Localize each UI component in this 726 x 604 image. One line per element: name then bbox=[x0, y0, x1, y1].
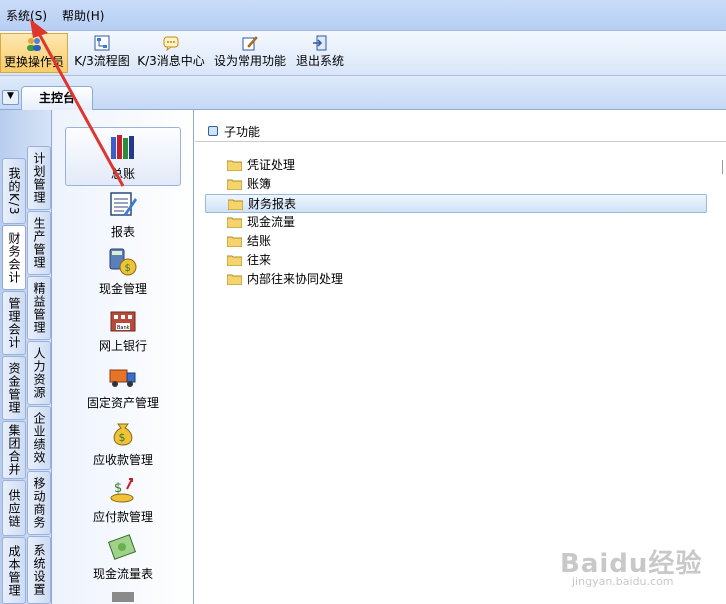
cash-bill-icon bbox=[108, 534, 137, 560]
list-item[interactable]: 往来 bbox=[205, 251, 707, 270]
square-bullet-icon bbox=[208, 126, 218, 136]
toolbar: 更换操作员 K/3流程图 K/3消息中心 设为常用功能 退出系统 bbox=[0, 31, 726, 76]
module-list: 总账 报表 $ 现金管理 Bank 网上银行 固定资产管理 $ 应收款管理 $ … bbox=[52, 110, 194, 604]
folder-icon bbox=[227, 236, 242, 247]
tab-strip: ▼ 主控台 bbox=[0, 76, 726, 110]
users-icon bbox=[27, 38, 41, 51]
list-item[interactable]: 账簿 bbox=[205, 175, 707, 194]
module-general-ledger[interactable]: 总账 bbox=[65, 127, 181, 186]
report-icon bbox=[110, 192, 137, 216]
menu-bar: 系统(S) 帮助(H) bbox=[0, 0, 726, 31]
nav-supply-chain[interactable]: 供应链 bbox=[2, 480, 26, 536]
nav-fund-management[interactable]: 资金管理 bbox=[2, 356, 26, 420]
exit-system-button[interactable]: 退出系统 bbox=[294, 33, 346, 73]
edit-icon bbox=[242, 36, 258, 51]
nav-human-resources[interactable]: 人力资源 bbox=[27, 341, 51, 405]
folder-icon bbox=[228, 199, 243, 210]
truck-icon bbox=[109, 369, 136, 387]
module-payables[interactable]: $ 应付款管理 bbox=[65, 475, 181, 525]
module-online-bank[interactable]: Bank 网上银行 bbox=[65, 304, 181, 354]
exit-icon bbox=[313, 35, 327, 51]
list-item[interactable]: 结账 bbox=[205, 232, 707, 251]
nav-management-accounting[interactable]: 管理会计 bbox=[2, 291, 26, 355]
svg-text:$: $ bbox=[119, 431, 126, 444]
menu-help[interactable]: 帮助(H) bbox=[62, 7, 104, 24]
tools-icon bbox=[112, 592, 134, 602]
money-bag-icon: $ bbox=[113, 423, 133, 446]
folder-icon bbox=[227, 255, 242, 266]
module-more[interactable] bbox=[65, 590, 181, 604]
watermark-url: jingyan.baidu.com bbox=[572, 575, 674, 588]
module-fixed-assets[interactable]: 固定资产管理 bbox=[65, 361, 181, 411]
workspace: 我的K/3 财务会计 管理会计 资金管理 集团合并 供应链 成本管理 计划管理 … bbox=[0, 110, 726, 604]
tab-dropdown-button[interactable]: ▼ bbox=[2, 90, 19, 105]
list-item[interactable]: 凭证处理 bbox=[205, 156, 707, 175]
chevron-down-icon: ▼ bbox=[7, 91, 14, 101]
sub-function-list: 凭证处理 账簿 财务报表 现金流量 结账 往来 内部往来协同处理 bbox=[205, 156, 707, 289]
books-icon bbox=[111, 135, 134, 159]
module-reports[interactable]: 报表 bbox=[65, 190, 181, 240]
svg-text:$: $ bbox=[125, 263, 131, 274]
bank-icon: Bank bbox=[110, 311, 136, 332]
list-item[interactable]: 内部往来协同处理 bbox=[205, 270, 707, 289]
k3-flowchart-button[interactable]: K/3流程图 bbox=[72, 33, 132, 73]
tab-main-console[interactable]: 主控台 bbox=[21, 86, 93, 110]
flowchart-icon bbox=[94, 35, 110, 51]
nav-mobile-commerce[interactable]: 移动商务 bbox=[27, 471, 51, 535]
k3-message-center-button[interactable]: K/3消息中心 bbox=[136, 33, 206, 73]
menu-system[interactable]: 系统(S) bbox=[6, 7, 47, 24]
baidu-watermark: Baidu经验 jingyan.baidu.com bbox=[560, 543, 702, 588]
message-icon bbox=[163, 36, 179, 51]
module-cash-management[interactable]: $ 现金管理 bbox=[65, 247, 181, 297]
svg-text:$: $ bbox=[114, 481, 122, 496]
nav-enterprise-performance[interactable]: 企业绩效 bbox=[27, 406, 51, 470]
module-cash-flow-statement[interactable]: 现金流量表 bbox=[65, 532, 181, 582]
svg-text:Bank: Bank bbox=[117, 325, 130, 331]
folder-icon bbox=[227, 274, 242, 285]
nav-production-management[interactable]: 生产管理 bbox=[27, 211, 51, 275]
coins-out-icon: $ bbox=[110, 478, 134, 503]
nav-plan-management[interactable]: 计划管理 bbox=[27, 146, 51, 210]
list-item[interactable]: 现金流量 bbox=[205, 213, 707, 232]
folder-icon bbox=[227, 179, 242, 190]
category-nav: 我的K/3 财务会计 管理会计 资金管理 集团合并 供应链 成本管理 计划管理 … bbox=[0, 110, 52, 604]
nav-my-k3[interactable]: 我的K/3 bbox=[2, 158, 26, 224]
folder-icon bbox=[227, 160, 242, 171]
nav-system-settings[interactable]: 系统设置 bbox=[27, 536, 51, 604]
scroll-edge bbox=[722, 160, 726, 174]
nav-lean-management[interactable]: 精益管理 bbox=[27, 276, 51, 340]
nav-group-consolidation[interactable]: 集团合并 bbox=[2, 421, 26, 479]
set-common-function-button[interactable]: 设为常用功能 bbox=[212, 33, 288, 73]
sub-function-panel: 子功能 凭证处理 账簿 财务报表 现金流量 结账 往来 内部往来协同处理 bbox=[195, 110, 726, 604]
list-item-selected[interactable]: 财务报表 bbox=[205, 194, 707, 213]
switch-operator-button[interactable]: 更换操作员 bbox=[0, 33, 68, 73]
nav-cost-management[interactable]: 成本管理 bbox=[2, 537, 26, 604]
panel-title: 子功能 bbox=[224, 125, 261, 139]
panel-header: 子功能 bbox=[195, 120, 726, 142]
nav-financial-accounting[interactable]: 财务会计 bbox=[2, 225, 26, 290]
folder-icon bbox=[227, 217, 242, 228]
module-receivables[interactable]: $ 应收款管理 bbox=[65, 418, 181, 468]
calculator-money-icon: $ bbox=[109, 248, 137, 276]
